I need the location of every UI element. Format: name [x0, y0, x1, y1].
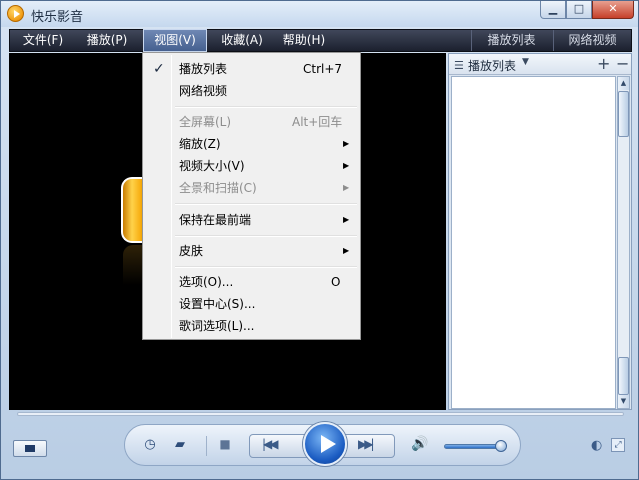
menu-file[interactable]: 文件(F): [16, 30, 70, 51]
submenu-arrow-icon: ▶: [343, 246, 350, 255]
menu-item-shortcut: Alt+回车: [292, 115, 343, 129]
menu-item-label: 播放列表: [179, 62, 228, 76]
view-menu-dropdown: ✓ 播放列表 Ctrl+7 网络视频 全屏幕(L) Alt+回车 缩放(Z) ▶…: [142, 52, 361, 340]
menu-item-label: 缩放(Z): [179, 137, 221, 151]
menu-item-settings-center[interactable]: 设置中心(S)...: [145, 293, 358, 315]
control-bar: ◷ ▰ ■ |◀◀ ▶▶| 🔊: [124, 422, 521, 466]
window-controls: ▁ □ ✕: [540, 1, 634, 19]
minimize-button[interactable]: ▁: [540, 1, 566, 19]
control-divider: [206, 436, 207, 456]
fullscreen-icon[interactable]: ⤢: [611, 438, 625, 452]
menu-item-label: 视频大小(V): [179, 159, 245, 173]
contrast-icon[interactable]: ◐: [591, 438, 602, 453]
menu-item-label: 全景和扫描(C): [179, 181, 257, 195]
menu-item-always-on-top[interactable]: 保持在最前端 ▶: [145, 209, 358, 231]
menu-item-playlist[interactable]: ✓ 播放列表 Ctrl+7: [145, 58, 358, 80]
splash-logo-reflection: [123, 245, 143, 285]
menu-item-shortcut: Ctrl+7: [303, 62, 343, 76]
scroll-up-icon[interactable]: ▲: [618, 77, 629, 90]
mini-mode-button[interactable]: [13, 440, 47, 457]
list-icon: ☰: [454, 59, 464, 72]
menu-item-video-size[interactable]: 视频大小(V) ▶: [145, 155, 358, 177]
menu-item-options[interactable]: 选项(O)... O: [145, 271, 358, 293]
menu-play[interactable]: 播放(P): [80, 30, 134, 51]
menu-separator: [175, 266, 357, 268]
playlist-header: ☰ 播放列表 ▼ + −: [449, 54, 631, 75]
menu-item-shortcut: O: [331, 275, 341, 289]
play-button[interactable]: [303, 422, 347, 466]
app-window: 快乐影音 ▁ □ ✕ 文件(F) 播放(P) 视图(V) 收藏(A) 帮助(H)…: [0, 0, 639, 480]
previous-icon[interactable]: |◀◀: [262, 437, 278, 451]
playlist-list[interactable]: [451, 76, 616, 409]
menu-item-zoom[interactable]: 缩放(Z) ▶: [145, 133, 358, 155]
menu-separator: [175, 235, 357, 237]
stop-icon[interactable]: ■: [217, 437, 233, 451]
volume-slider-handle[interactable]: [495, 440, 507, 452]
splash-logo: [121, 177, 143, 243]
menu-item-label: 选项(O)...: [179, 275, 234, 289]
app-logo-icon: [7, 5, 24, 22]
volume-icon[interactable]: 🔊: [410, 436, 430, 452]
submenu-arrow-icon: ▶: [343, 139, 350, 148]
playlist-scrollbar[interactable]: ▲ ▼: [617, 76, 630, 409]
menu-item-label: 设置中心(S)...: [179, 297, 256, 311]
menu-item-label: 网络视频: [179, 84, 228, 98]
menu-item-lyrics-options[interactable]: 歌词选项(L)...: [145, 315, 358, 337]
scrollbar-thumb-top[interactable]: [618, 91, 629, 137]
menu-item-fullscreen[interactable]: 全屏幕(L) Alt+回车: [145, 111, 358, 133]
close-button[interactable]: ✕: [592, 1, 634, 19]
remove-from-playlist-button[interactable]: −: [616, 54, 629, 73]
menu-separator: [175, 106, 357, 108]
tab-online-video[interactable]: 网络视频: [553, 30, 631, 51]
submenu-arrow-icon: ▶: [343, 161, 350, 170]
menu-item-label: 全屏幕(L): [179, 115, 232, 129]
window-title: 快乐影音: [31, 10, 84, 25]
menu-help[interactable]: 帮助(H): [277, 30, 331, 51]
seek-bar[interactable]: [17, 412, 624, 416]
check-icon: ✓: [153, 61, 165, 77]
folder-icon[interactable]: ▰: [171, 437, 189, 452]
tab-playlist[interactable]: 播放列表: [471, 30, 551, 51]
maximize-button[interactable]: □: [566, 1, 592, 19]
playlist-title[interactable]: 播放列表: [468, 57, 516, 74]
submenu-arrow-icon: ▶: [343, 183, 350, 192]
submenu-arrow-icon: ▶: [343, 215, 350, 224]
menu-item-label: 皮肤: [179, 244, 204, 258]
title-bar[interactable]: 快乐影音 ▁ □ ✕: [1, 1, 638, 27]
menu-separator: [175, 203, 357, 205]
menu-bar: 文件(F) 播放(P) 视图(V) 收藏(A) 帮助(H) 播放列表 网络视频: [9, 29, 632, 52]
menu-favorites[interactable]: 收藏(A): [213, 30, 271, 51]
menu-item-online-video[interactable]: 网络视频: [145, 80, 358, 102]
menu-item-label: 歌词选项(L)...: [179, 319, 255, 333]
playlist-panel: ☰ 播放列表 ▼ + − ▲ ▼: [448, 53, 632, 410]
menu-item-pan-scan[interactable]: 全景和扫描(C) ▶: [145, 177, 358, 199]
menu-item-skin[interactable]: 皮肤 ▶: [145, 240, 358, 262]
menu-item-label: 保持在最前端: [179, 213, 252, 227]
scroll-down-icon[interactable]: ▼: [618, 395, 629, 408]
menu-view[interactable]: 视图(V): [143, 29, 207, 52]
chevron-down-icon[interactable]: ▼: [522, 57, 529, 67]
next-icon[interactable]: ▶▶|: [358, 437, 374, 451]
scrollbar-thumb-bottom[interactable]: [618, 357, 629, 395]
add-to-playlist-button[interactable]: +: [597, 54, 610, 73]
timer-icon[interactable]: ◷: [141, 437, 159, 452]
